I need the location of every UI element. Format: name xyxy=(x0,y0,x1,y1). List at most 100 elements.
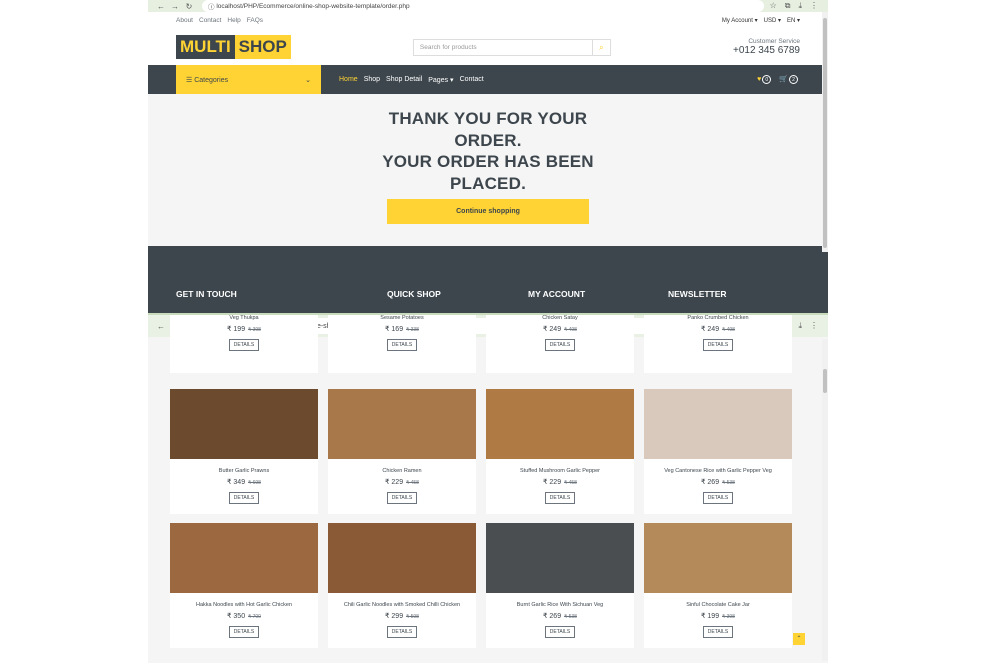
product-name[interactable]: Panko Crumbed Chicken xyxy=(644,315,792,321)
details-button[interactable]: DETAILS xyxy=(386,339,418,351)
product-name[interactable]: Stuffed Mushroom Garlic Pepper xyxy=(486,468,634,474)
logo[interactable]: MULTI SHOP xyxy=(176,35,291,59)
details-button[interactable]: DETAILS xyxy=(702,626,734,638)
details-button[interactable]: DETAILS xyxy=(544,339,576,351)
product-image[interactable] xyxy=(644,389,792,459)
address-bar[interactable]: ⓘ localhost/PHP/Ecommerce/online-shop-we… xyxy=(202,0,764,12)
scrollbar[interactable] xyxy=(822,12,828,252)
forward-icon[interactable]: → xyxy=(168,2,182,11)
product-price: ₹ 229 xyxy=(385,479,404,486)
back-to-top-button[interactable]: ⌃ xyxy=(793,633,805,645)
product-old-price: ₹ 498 xyxy=(722,327,735,333)
product-card[interactable]: Sinful Chocolate Cake Jar ₹ 199 ₹ 398 DETA… xyxy=(644,523,792,648)
product-price: ₹ 249 xyxy=(701,326,720,333)
product-price: ₹ 199 xyxy=(227,326,246,333)
product-card[interactable]: Veg Thukpa ₹ 199 ₹ 398 DETAILS xyxy=(170,315,318,373)
details-button[interactable]: DETAILS xyxy=(386,626,418,638)
url-text: localhost/PHP/Ecommerce/online-shop-webs… xyxy=(216,2,410,10)
site-header: MULTI SHOP Search for products ⌕ Custome… xyxy=(148,29,828,65)
download-icon[interactable]: ⤓ xyxy=(798,321,802,331)
details-button[interactable]: DETAILS xyxy=(228,492,260,504)
nav-shop-detail[interactable]: Shop Detail xyxy=(386,76,422,84)
topbar-link-faqs[interactable]: FAQs xyxy=(247,17,263,24)
product-old-price: ₹ 458 xyxy=(406,480,419,486)
topbar-link-help[interactable]: Help xyxy=(227,17,240,24)
product-card[interactable]: Chili Garlic Noodles with Smoked Chilli … xyxy=(328,523,476,648)
order-placed-heading: YOUR ORDER HAS BEEN PLACED. xyxy=(382,152,594,193)
reload-icon[interactable]: ↻ xyxy=(182,2,196,11)
search-icon[interactable]: ⌕ xyxy=(591,39,610,55)
chevron-down-icon: ⌄ xyxy=(305,76,311,84)
download-icon[interactable]: ⤓ xyxy=(798,1,802,11)
language-dropdown[interactable]: EN ▾ xyxy=(787,17,800,24)
product-name[interactable]: Chicken Satay xyxy=(486,315,634,321)
product-name[interactable]: Chicken Ramen xyxy=(328,468,476,474)
details-button[interactable]: DETAILS xyxy=(544,492,576,504)
currency-dropdown[interactable]: USD ▾ xyxy=(764,17,781,24)
product-name[interactable]: Sinful Chocolate Cake Jar xyxy=(644,602,792,608)
scrollbar[interactable] xyxy=(822,339,828,661)
cart-count: 2 xyxy=(789,75,798,84)
product-name[interactable]: Chili Garlic Noodles with Smoked Chilli … xyxy=(328,602,476,608)
menu-icon[interactable]: ⋮ xyxy=(810,1,818,11)
topbar-link-contact[interactable]: Contact xyxy=(199,17,221,24)
product-name[interactable]: Burnt Garlic Rice With Sichuan Veg xyxy=(486,602,634,608)
cart-button[interactable]: 🛒 2 xyxy=(779,75,798,84)
details-button[interactable]: DETAILS xyxy=(702,339,734,351)
product-price: ₹ 299 xyxy=(385,613,404,620)
footer-quick-shop: QUICK SHOP xyxy=(387,289,441,299)
bars-icon: ☰ xyxy=(186,76,195,84)
product-name[interactable]: Veg Thukpa xyxy=(170,315,318,321)
product-card[interactable]: Veg Cantonese Rice with Garlic Pepper Ve… xyxy=(644,389,792,514)
product-old-price: ₹ 698 xyxy=(248,480,261,486)
product-card[interactable]: Sesame Potatoes ₹ 169 ₹ 338 DETAILS xyxy=(328,315,476,373)
product-card[interactable]: Panko Crumbed Chicken ₹ 249 ₹ 498 DETAILS xyxy=(644,315,792,373)
details-button[interactable]: DETAILS xyxy=(386,492,418,504)
cart-icon: 🛒 xyxy=(779,76,788,83)
product-card[interactable]: Chicken Satay ₹ 249 ₹ 498 DETAILS xyxy=(486,315,634,373)
product-image[interactable] xyxy=(328,389,476,459)
product-old-price: ₹ 398 xyxy=(722,614,735,620)
categories-toggle[interactable]: ☰ Categories ⌄ xyxy=(176,65,321,94)
product-card[interactable]: Hakka Noodles with Hot Garlic Chicken ₹ 3… xyxy=(170,523,318,648)
product-image[interactable] xyxy=(328,523,476,593)
product-image[interactable] xyxy=(486,389,634,459)
extensions-icon[interactable]: ⧉ xyxy=(785,1,791,11)
details-button[interactable]: DETAILS xyxy=(228,626,260,638)
product-card[interactable]: Burnt Garlic Rice With Sichuan Veg ₹ 269 … xyxy=(486,523,634,648)
site-info-icon[interactable]: ⓘ xyxy=(208,1,216,11)
product-image[interactable] xyxy=(170,523,318,593)
nav-pages[interactable]: Pages ▾ xyxy=(428,76,453,84)
thank-you-heading: THANK YOU FOR YOUR ORDER. xyxy=(388,109,588,150)
continue-shopping-button[interactable]: Continue shopping xyxy=(387,199,589,224)
product-card[interactable]: Butter Garlic Prawns ₹ 349 ₹ 698 DETAILS xyxy=(170,389,318,514)
menu-icon[interactable]: ⋮ xyxy=(810,321,818,331)
product-old-price: ₹ 338 xyxy=(406,327,419,333)
nav-shop[interactable]: Shop xyxy=(364,76,380,84)
topbar-link-about[interactable]: About xyxy=(176,17,193,24)
details-button[interactable]: DETAILS xyxy=(544,626,576,638)
main-navbar: ☰ Categories ⌄ Home Shop Shop Detail Pag… xyxy=(148,65,828,94)
product-price: ₹ 269 xyxy=(543,613,562,620)
nav-contact[interactable]: Contact xyxy=(460,76,484,84)
product-name[interactable]: Butter Garlic Prawns xyxy=(170,468,318,474)
wishlist-button[interactable]: ♥ 0 xyxy=(757,75,772,84)
details-button[interactable]: DETAILS xyxy=(702,492,734,504)
nav-home[interactable]: Home xyxy=(339,76,358,84)
product-image[interactable] xyxy=(486,523,634,593)
product-name[interactable]: Hakka Noodles with Hot Garlic Chicken xyxy=(170,602,318,608)
product-image[interactable] xyxy=(170,389,318,459)
star-icon[interactable]: ☆ xyxy=(770,1,777,11)
details-button[interactable]: DETAILS xyxy=(228,339,260,351)
my-account-dropdown[interactable]: My Account ▾ xyxy=(722,17,758,24)
product-name[interactable]: Sesame Potatoes xyxy=(328,315,476,321)
product-old-price: ₹ 538 xyxy=(564,614,577,620)
product-image[interactable] xyxy=(644,523,792,593)
product-name[interactable]: Veg Cantonese Rice with Garlic Pepper Ve… xyxy=(644,468,792,474)
back-icon[interactable]: ← xyxy=(154,322,168,331)
browser-toolbar: ← → ↻ ⓘ localhost/PHP/Ecommerce/online-s… xyxy=(148,0,828,12)
search-input[interactable]: Search for products xyxy=(413,39,592,55)
product-card[interactable]: Stuffed Mushroom Garlic Pepper ₹ 229 ₹ 45… xyxy=(486,389,634,514)
product-card[interactable]: Chicken Ramen ₹ 229 ₹ 458 DETAILS xyxy=(328,389,476,514)
back-icon[interactable]: ← xyxy=(154,2,168,11)
